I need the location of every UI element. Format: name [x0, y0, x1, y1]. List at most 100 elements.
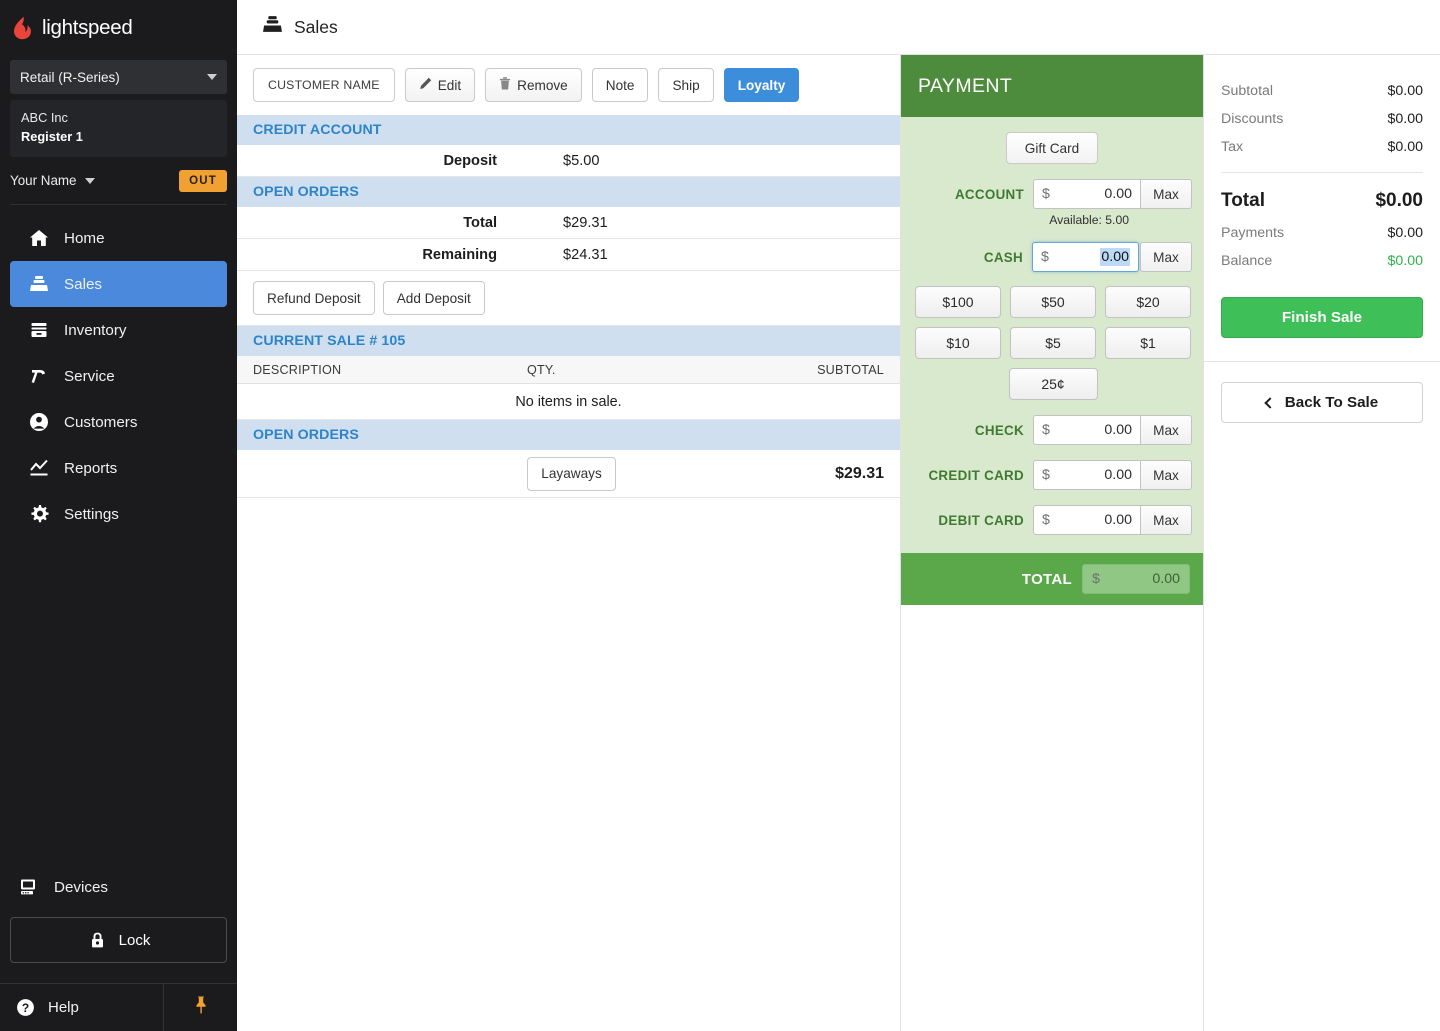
main-area: Sales CUSTOMER NAME Edit Remove Note Shi… [237, 0, 1440, 1031]
remove-customer-button[interactable]: Remove [485, 68, 582, 102]
back-to-sale-button[interactable]: Back To Sale [1221, 382, 1423, 423]
sidebar-item-customers[interactable]: Customers [10, 399, 227, 445]
finish-sale-button[interactable]: Finish Sale [1221, 297, 1423, 338]
cash-amount-input[interactable]: $ 0.00 [1032, 242, 1139, 272]
denom-20-button[interactable]: $20 [1105, 286, 1191, 318]
sidebar-item-service[interactable]: Service [10, 353, 227, 399]
sidebar-item-label: Customers [64, 413, 138, 431]
payment-total-value: 0.00 [1152, 571, 1180, 587]
payment-body: Gift Card ACCOUNT $ 0.00 Max Available: … [901, 117, 1203, 553]
pencil-icon [419, 77, 432, 93]
clock-status-badge[interactable]: OUT [179, 169, 227, 192]
lightspeed-flame-icon [12, 16, 34, 40]
edit-customer-button[interactable]: Edit [404, 68, 476, 102]
layaway-amount: $29.31 [835, 464, 884, 482]
denom-10-button[interactable]: $10 [915, 327, 1001, 359]
denomination-row: 25¢ [915, 368, 1191, 400]
row-value: $0.00 [1387, 111, 1423, 127]
payment-total-bar: TOTAL $ 0.00 [901, 553, 1203, 605]
loyalty-button[interactable]: Loyalty [723, 68, 800, 102]
denom-50-button[interactable]: $50 [1010, 286, 1096, 318]
sidebar-item-reports[interactable]: Reports [10, 445, 227, 491]
inventory-box-icon [28, 319, 50, 341]
help-label: Help [48, 999, 79, 1016]
denom-5-button[interactable]: $5 [1010, 327, 1096, 359]
pin-sidebar-button[interactable] [163, 984, 237, 1031]
lock-button[interactable]: Lock [10, 917, 227, 963]
denom-100-button[interactable]: $100 [915, 286, 1001, 318]
sidebar-item-label: Reports [64, 459, 118, 477]
help-button[interactable]: ? Help [0, 984, 163, 1031]
page-title: Sales [294, 16, 338, 37]
totals-row-balance: Balance $0.00 [1221, 247, 1423, 275]
totals-row-total: Total $0.00 [1221, 183, 1423, 219]
check-max-button[interactable]: Max [1140, 415, 1192, 445]
debit-card-max-button[interactable]: Max [1140, 505, 1192, 535]
note-button[interactable]: Note [591, 68, 649, 102]
currency-symbol: $ [1041, 249, 1049, 265]
cash-max-button[interactable]: Max [1140, 242, 1192, 272]
sidebar-item-label: Service [64, 367, 115, 385]
currency-symbol: $ [1042, 467, 1050, 483]
denom-1-button[interactable]: $1 [1105, 327, 1191, 359]
totals-list: Subtotal $0.00 Discounts $0.00 Tax $0.00… [1204, 55, 1440, 275]
gear-icon [28, 503, 50, 525]
totals-row-payments: Payments $0.00 [1221, 219, 1423, 247]
column-qty: QTY. [527, 362, 556, 377]
credit-card-amount-input[interactable]: $ 0.00 [1033, 460, 1140, 490]
store-selector[interactable]: Retail (R-Series) [10, 60, 227, 94]
sidebar-item-inventory[interactable]: Inventory [10, 307, 227, 353]
currency-symbol: $ [1042, 186, 1050, 202]
field-label: ACCOUNT [954, 186, 1024, 202]
debit-card-amount-input[interactable]: $ 0.00 [1033, 505, 1140, 535]
question-circle-icon: ? [14, 997, 36, 1019]
account-max-button[interactable]: Max [1140, 179, 1192, 209]
hammer-icon [28, 365, 50, 387]
row-value: $0.00 [1387, 83, 1423, 99]
user-name: Your Name [10, 173, 77, 189]
denomination-row: $100 $50 $20 [915, 286, 1191, 318]
row-value: $0.00 [1387, 139, 1423, 155]
devices-label: Devices [54, 878, 109, 896]
add-deposit-button[interactable]: Add Deposit [382, 281, 485, 315]
field-label: CREDIT CARD [928, 467, 1024, 483]
sidebar-item-devices[interactable]: Devices [0, 863, 237, 911]
credit-card-amount-value: 0.00 [1104, 467, 1132, 483]
denom-25c-button[interactable]: 25¢ [1008, 368, 1098, 400]
account-amount-input[interactable]: $ 0.00 [1033, 179, 1140, 209]
ship-button[interactable]: Ship [658, 68, 714, 102]
cash-register-icon [28, 273, 50, 295]
field-label: CASH [983, 249, 1023, 265]
check-amount-input[interactable]: $ 0.00 [1033, 415, 1140, 445]
company-name: ABC Inc [21, 110, 68, 125]
sale-panel: CUSTOMER NAME Edit Remove Note Ship Loya… [237, 55, 900, 1031]
cash-register-icon [262, 14, 283, 40]
user-menu[interactable]: Your Name [10, 173, 95, 188]
finish-sale-wrap: Finish Sale [1204, 275, 1440, 338]
payment-title: PAYMENT [901, 55, 1203, 117]
payment-total-label: TOTAL [1021, 570, 1072, 588]
sidebar-nav: Home Sales Inventory Service Customers R… [0, 215, 237, 537]
row-label: Subtotal [1221, 83, 1274, 99]
layaways-button[interactable]: Layaways [527, 456, 616, 491]
payment-total-input[interactable]: $ 0.00 [1082, 564, 1190, 594]
customer-name-button[interactable]: CUSTOMER NAME [253, 68, 395, 102]
app-root: lightspeed Retail (R-Series) ABC Inc Reg… [0, 0, 1440, 1031]
sidebar-item-home[interactable]: Home [10, 215, 227, 261]
payment-field-account: ACCOUNT $ 0.00 Max [901, 179, 1203, 209]
credit-card-max-button[interactable]: Max [1140, 460, 1192, 490]
column-description: DESCRIPTION [253, 362, 342, 377]
refund-deposit-button[interactable]: Refund Deposit [253, 281, 375, 315]
totals-row-discounts: Discounts $0.00 [1221, 105, 1423, 133]
open-orders-remaining-row: Remaining $24.31 [237, 239, 900, 271]
open-orders-heading-bottom: OPEN ORDERS [237, 420, 900, 450]
denomination-pad: $100 $50 $20 $10 $5 $1 25¢ [901, 272, 1203, 400]
chevron-down-icon [84, 177, 95, 184]
sidebar-item-settings[interactable]: Settings [10, 491, 227, 537]
back-to-sale-label: Back To Sale [1284, 394, 1379, 411]
field-label: DEBIT CARD [938, 512, 1024, 528]
chevron-down-icon [207, 74, 217, 80]
sidebar-item-sales[interactable]: Sales [10, 261, 227, 308]
gift-card-button[interactable]: Gift Card [1006, 132, 1098, 164]
check-amount-value: 0.00 [1104, 422, 1132, 438]
